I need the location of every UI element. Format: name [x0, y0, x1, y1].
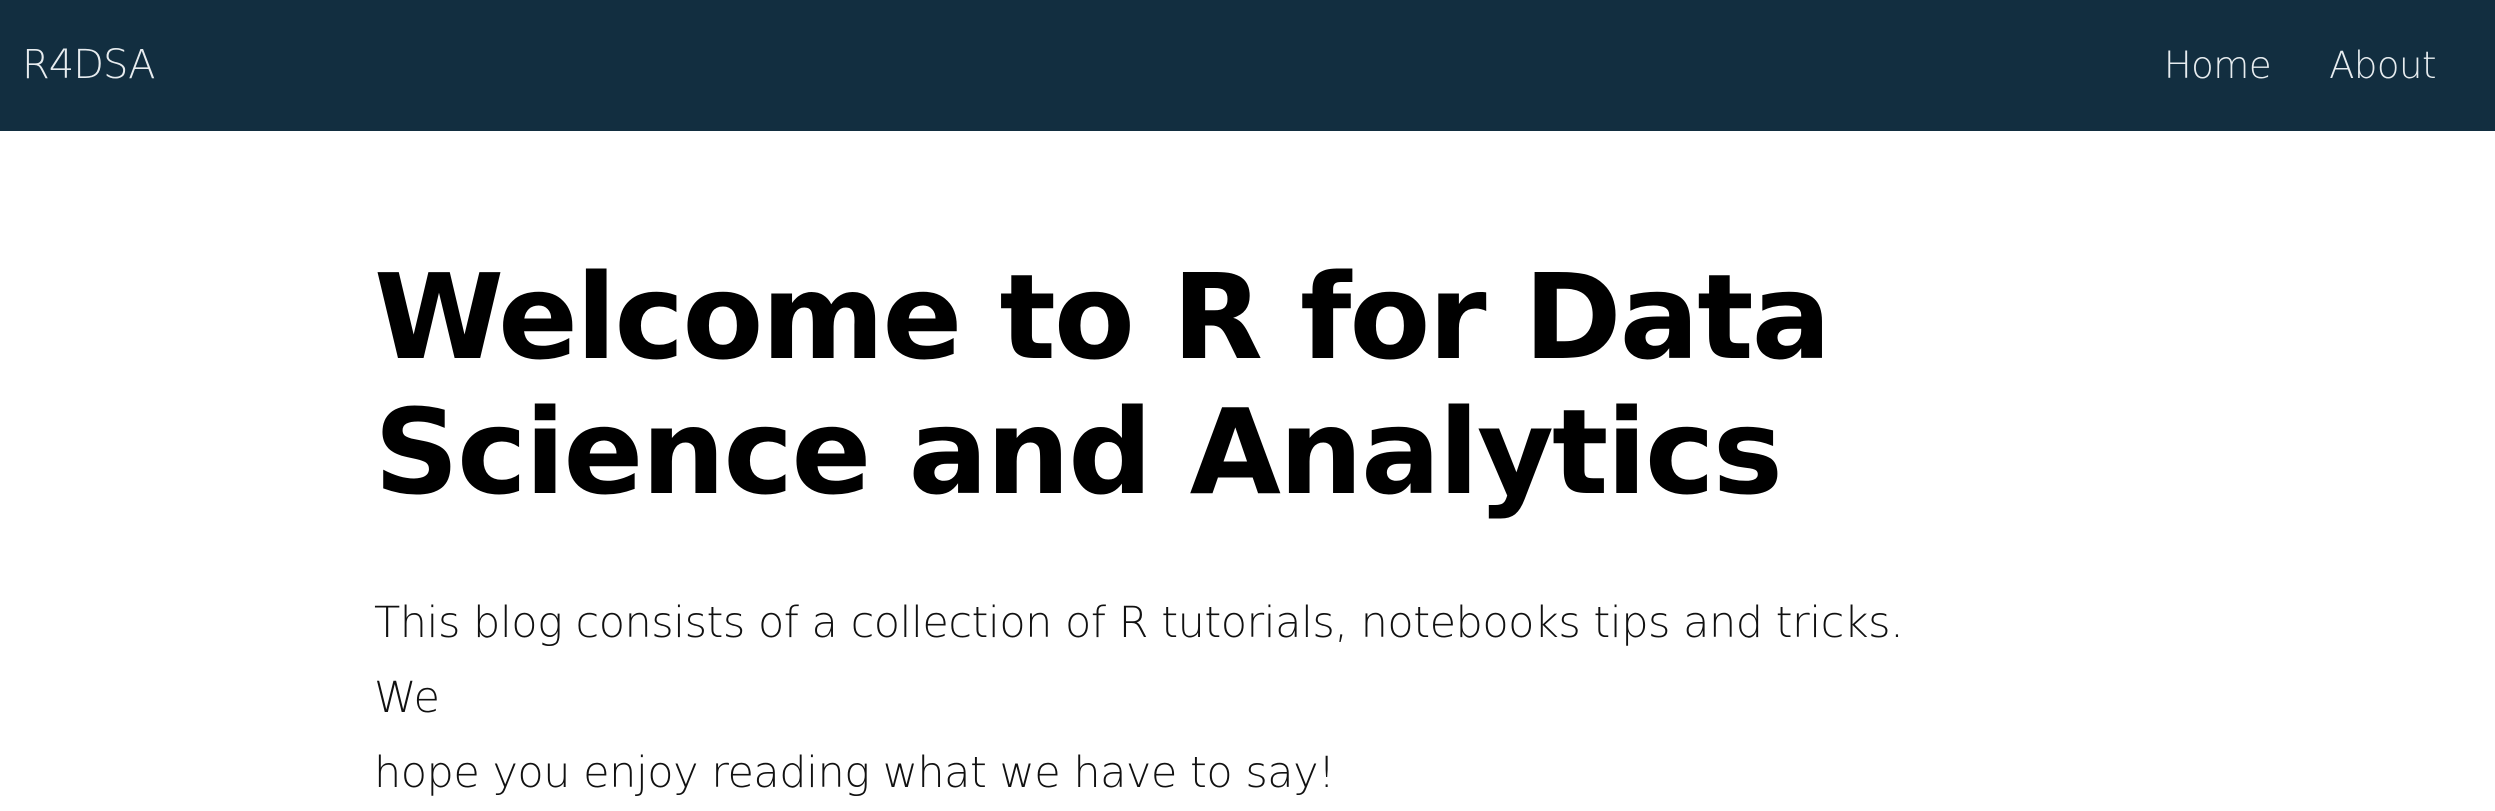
intro-paragraph: This blog consists of a collection of R … — [374, 586, 1954, 811]
page-title: Welcome to R for Data Science and Analyt… — [374, 250, 1954, 520]
nav-link-home[interactable]: Home — [2164, 44, 2272, 87]
nav-links: Home About — [2164, 0, 2437, 131]
intro-line-2: hope you enjoy reading what we have to s… — [374, 748, 1335, 798]
top-navbar: R4DSA Home About — [0, 0, 2495, 131]
nav-link-about[interactable]: About — [2329, 44, 2436, 87]
page-title-line-2: Science and Analytics — [374, 383, 1783, 521]
page-title-line-1: Welcome to R for Data — [374, 248, 1831, 386]
intro-line-1: This blog consists of a collection of R … — [374, 598, 1904, 723]
site-brand-link[interactable]: R4DSA — [22, 0, 156, 131]
main-content: Welcome to R for Data Science and Analyt… — [374, 250, 1954, 799]
